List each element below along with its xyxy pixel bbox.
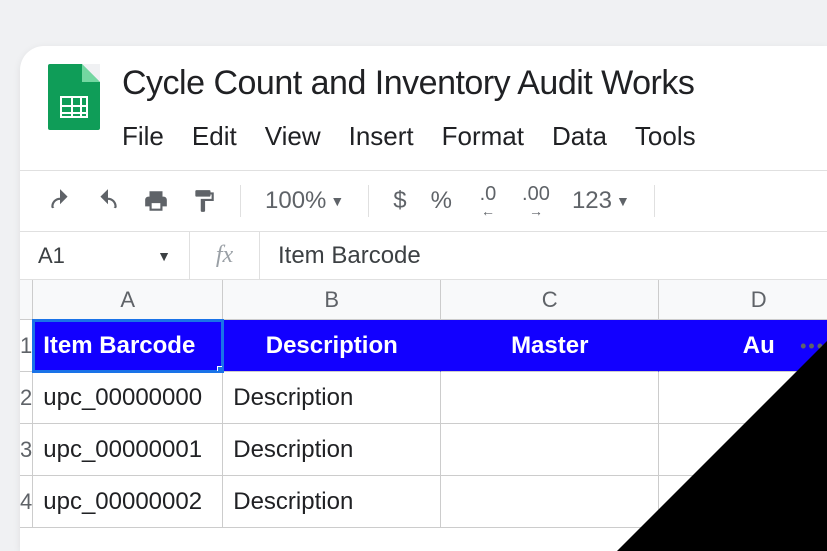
undo-button[interactable] <box>38 181 82 221</box>
name-box[interactable]: A1 ▼ <box>20 232 190 279</box>
cell[interactable]: Description <box>223 424 441 476</box>
selection-handle[interactable] <box>217 366 223 372</box>
cell[interactable]: upc_00000002 <box>33 476 223 528</box>
row-header[interactable]: 2 <box>20 372 33 424</box>
increase-decimal-button[interactable]: .00 → <box>514 181 558 221</box>
row-header[interactable]: 4 <box>20 476 33 528</box>
chevron-down-icon: ▼ <box>157 248 171 264</box>
menu-format[interactable]: Format <box>442 121 524 152</box>
cell[interactable]: upc_00000000 <box>33 372 223 424</box>
row-header[interactable]: 3 <box>20 424 33 476</box>
toolbar: 100%▼ $ % .0 ← .00 → 123▼ <box>20 170 827 232</box>
menu-edit[interactable]: Edit <box>192 121 237 152</box>
number-format-dropdown[interactable]: 123▼ <box>562 187 640 215</box>
corner-decoration <box>617 341 827 551</box>
menu-file[interactable]: File <box>122 121 164 152</box>
column-header[interactable]: C <box>441 280 659 320</box>
menu-view[interactable]: View <box>265 121 321 152</box>
column-header[interactable]: A <box>33 280 223 320</box>
column-header[interactable]: B <box>223 280 441 320</box>
redo-button[interactable] <box>86 181 130 221</box>
cell-a1[interactable]: Item Barcode <box>33 320 223 372</box>
menubar: File Edit View Insert Format Data Tools <box>122 121 696 152</box>
decrease-decimal-button[interactable]: .0 ← <box>466 181 510 221</box>
cell[interactable]: Description <box>223 476 441 528</box>
fx-icon: fx <box>190 232 260 279</box>
print-button[interactable] <box>134 181 178 221</box>
zoom-dropdown[interactable]: 100%▼ <box>255 187 354 215</box>
formula-bar[interactable]: Item Barcode <box>260 242 439 270</box>
column-header[interactable]: D <box>659 280 827 320</box>
currency-format-button[interactable]: $ <box>383 187 416 215</box>
cell-b1[interactable]: Description <box>223 320 441 372</box>
percent-format-button[interactable]: % <box>421 187 462 215</box>
menu-insert[interactable]: Insert <box>349 121 414 152</box>
menu-tools[interactable]: Tools <box>635 121 696 152</box>
document-title[interactable]: Cycle Count and Inventory Audit Works <box>122 64 696 103</box>
paint-format-button[interactable] <box>182 181 226 221</box>
header: Cycle Count and Inventory Audit Works Fi… <box>20 46 827 152</box>
cell[interactable]: Description <box>223 372 441 424</box>
select-all-corner[interactable] <box>20 280 33 320</box>
row-header[interactable]: 1 <box>20 320 33 372</box>
formula-bar-row: A1 ▼ fx Item Barcode <box>20 232 827 280</box>
cell[interactable]: upc_00000001 <box>33 424 223 476</box>
sheets-app-icon[interactable] <box>48 64 100 130</box>
menu-data[interactable]: Data <box>552 121 607 152</box>
